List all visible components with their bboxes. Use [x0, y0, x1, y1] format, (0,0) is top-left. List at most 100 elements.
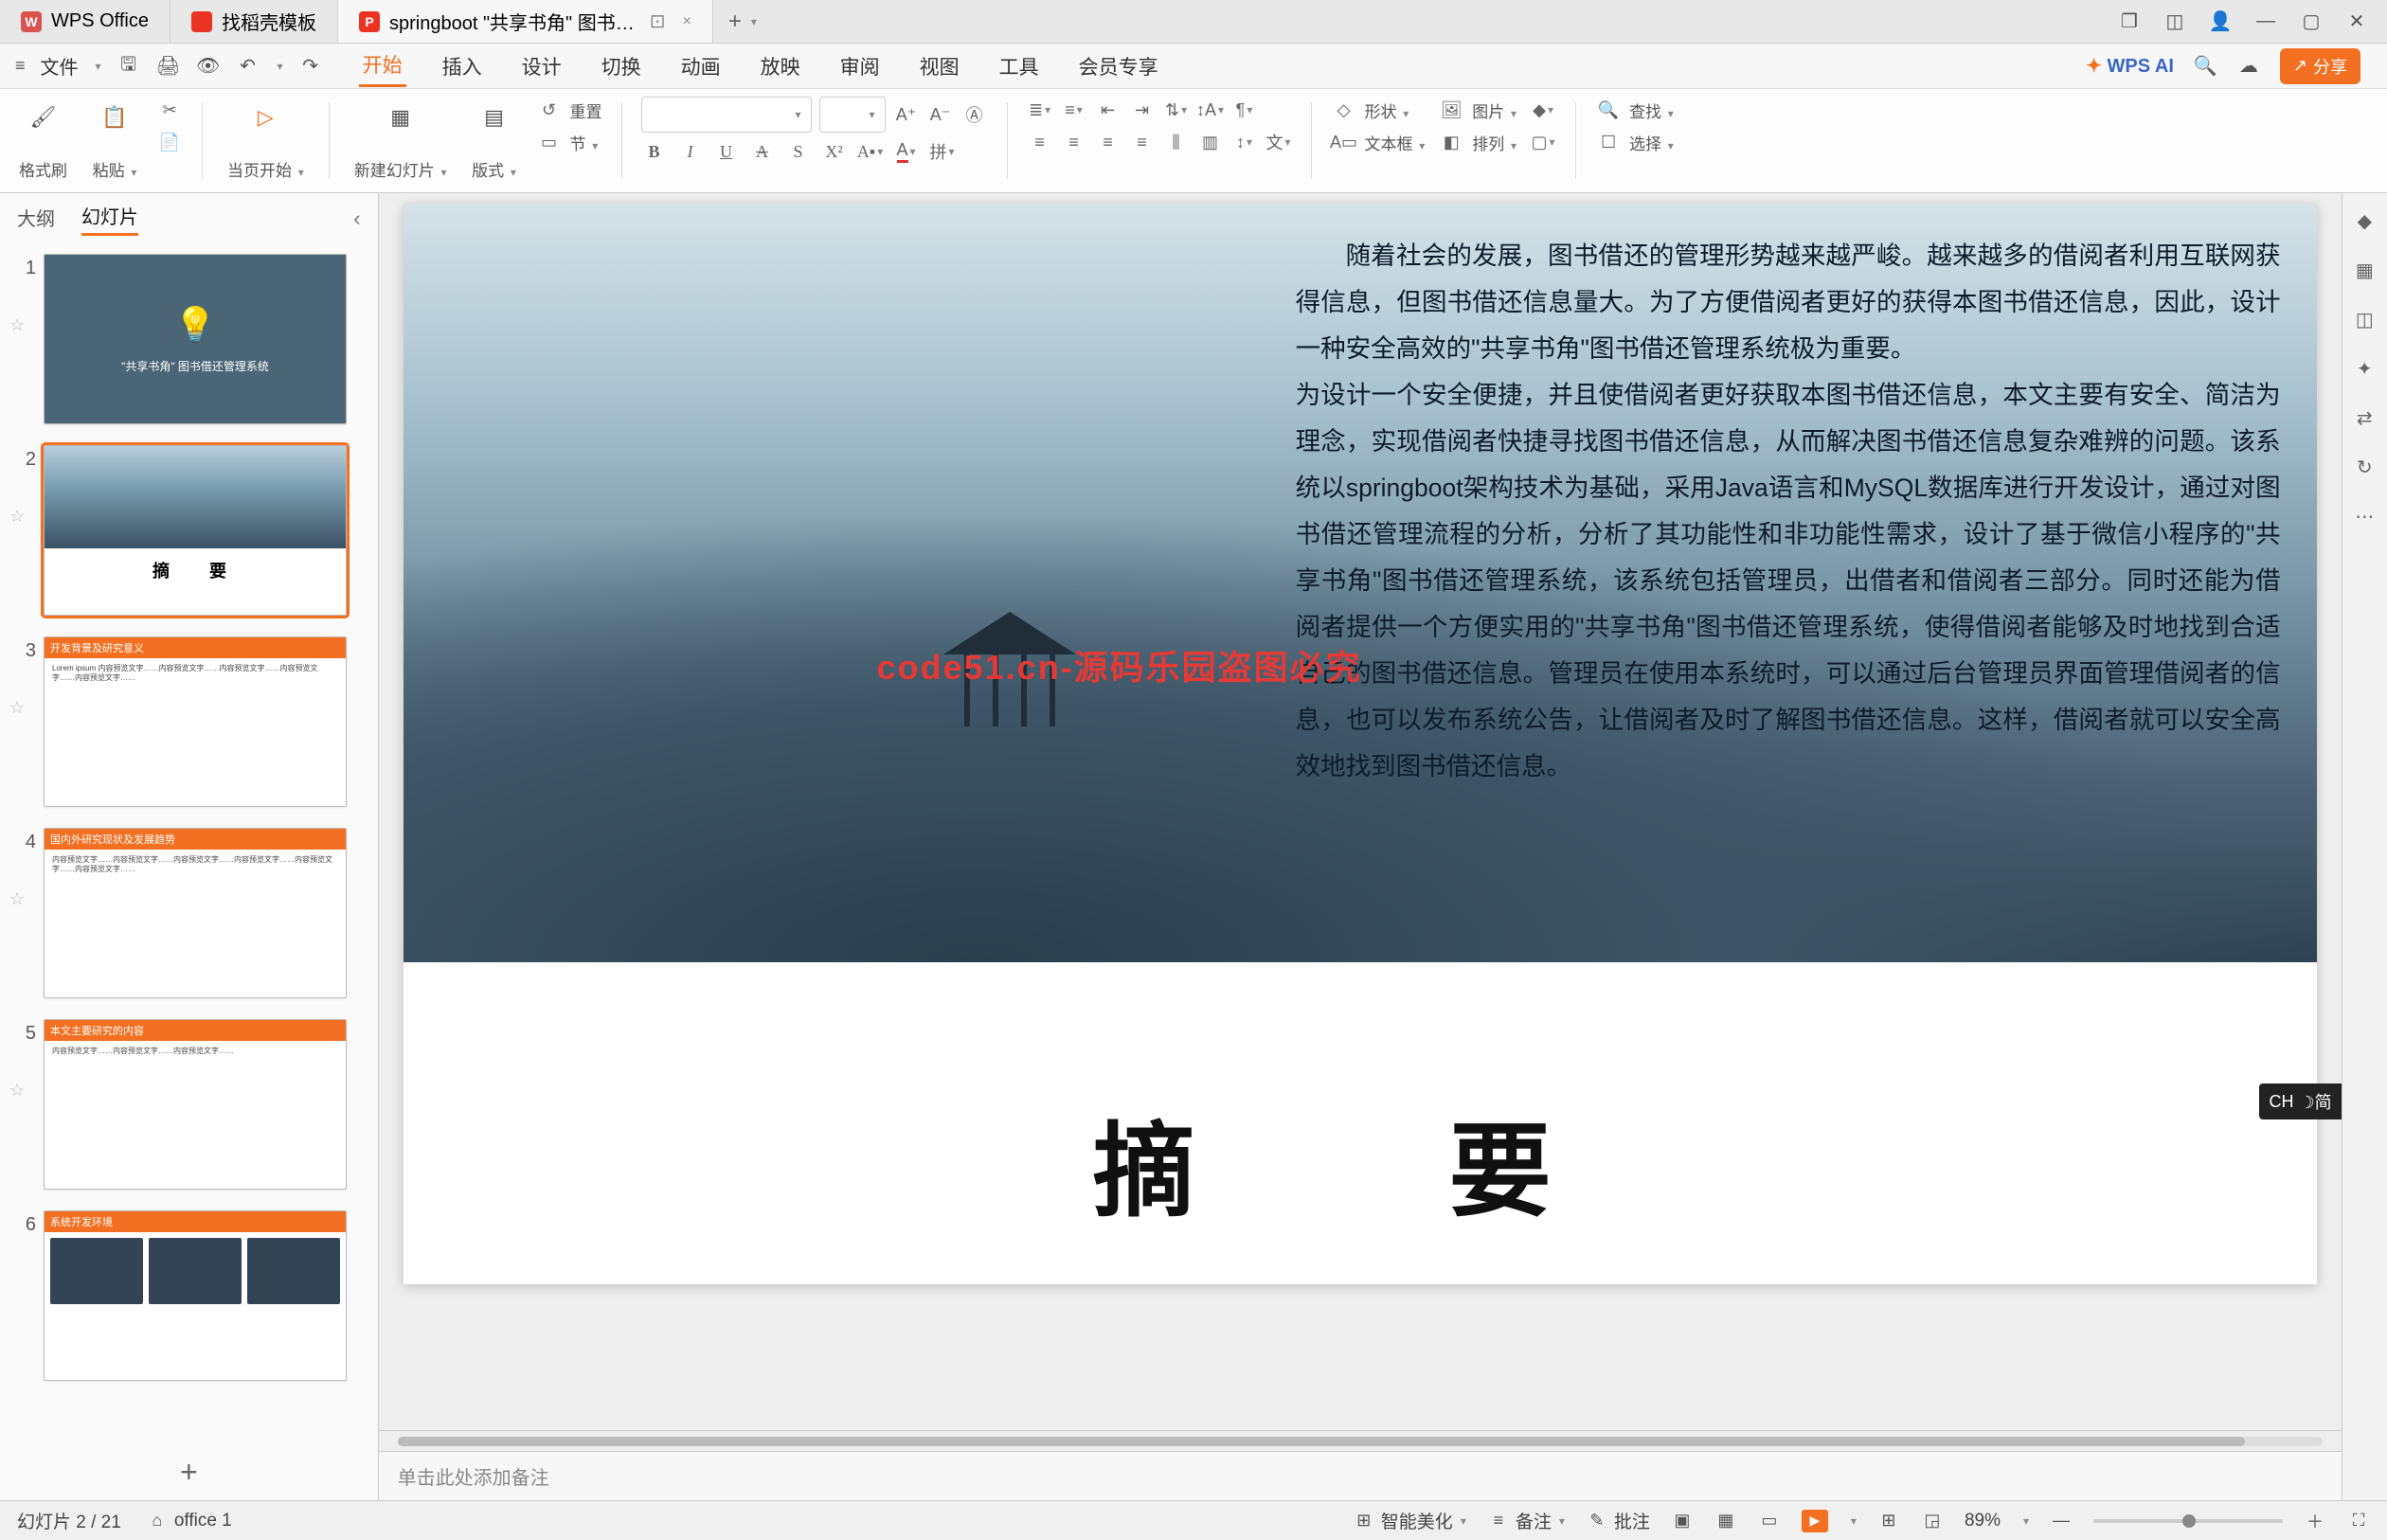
rail-transition-icon[interactable]: ⇄: [2350, 403, 2378, 432]
rail-animation-icon[interactable]: ✦: [2350, 354, 2378, 383]
decrease-indent-icon[interactable]: ⇤: [1095, 97, 1122, 123]
horizontal-scrollbar[interactable]: [379, 1430, 2342, 1451]
chevron-down-icon[interactable]: ▾: [278, 60, 283, 73]
distribute-icon[interactable]: ⫼: [1163, 129, 1190, 155]
tab-transition[interactable]: 切换: [598, 46, 645, 86]
app-tab-document[interactable]: P springboot "共享书角" 图书… ⊡ ×: [338, 0, 713, 43]
rail-more-icon[interactable]: ⋯: [2350, 502, 2378, 530]
font-size-combobox[interactable]: ▾: [819, 97, 886, 133]
rail-element-icon[interactable]: ◫: [2350, 305, 2378, 333]
fullscreen-icon[interactable]: ⛶: [2347, 1510, 2370, 1532]
scrollbar-thumb[interactable]: [398, 1437, 2246, 1446]
tab-review[interactable]: 审阅: [836, 46, 884, 86]
find-button[interactable]: 🔍查找 ▾: [1595, 97, 1674, 123]
menu-toggle-icon[interactable]: ≡: [15, 56, 26, 76]
chevron-down-icon[interactable]: ▾: [1851, 1514, 1857, 1528]
align-center-icon[interactable]: ≡: [1061, 129, 1087, 155]
italic-icon[interactable]: I: [677, 138, 704, 165]
play-slideshow-button[interactable]: ▶: [1802, 1510, 1828, 1532]
fit-icon[interactable]: ◲: [1921, 1510, 1944, 1532]
share-button[interactable]: ↗ 分享: [2280, 48, 2360, 84]
reset-button[interactable]: ↺重置: [536, 97, 602, 123]
increase-indent-icon[interactable]: ⇥: [1129, 97, 1156, 123]
strike-icon[interactable]: A: [749, 138, 776, 165]
slide-thumbnail-1[interactable]: 💡 "共享书角" 图书借还管理系统: [44, 254, 347, 424]
bold-icon[interactable]: B: [641, 138, 668, 165]
cut-icon[interactable]: ✂: [156, 97, 183, 123]
view-grid-icon[interactable]: ⊞: [1877, 1510, 1900, 1532]
align-right-icon[interactable]: ≡: [1095, 129, 1122, 155]
add-slide-button[interactable]: +: [0, 1443, 378, 1500]
superscript-icon[interactable]: X²: [821, 138, 848, 165]
maximize-icon[interactable]: ▢: [2300, 10, 2323, 33]
line-spacing-icon[interactable]: ⇅▾: [1163, 97, 1190, 123]
app-tab-wps[interactable]: W WPS Office: [0, 0, 170, 43]
slide-canvas[interactable]: 随着社会的发展，图书借还的管理形势越来越严峻。越来越多的借阅者利用互联网获得信息…: [404, 205, 2317, 1284]
tab-tools[interactable]: 工具: [996, 46, 1043, 86]
thumbnails-list[interactable]: 1 ☆ 💡 "共享书角" 图书借还管理系统 2 ☆ 摘 要: [0, 244, 378, 1443]
align-justify-icon[interactable]: ≡: [1129, 129, 1156, 155]
font-color-icon[interactable]: A▾: [893, 138, 920, 165]
text-direction-menu-icon[interactable]: ↕A▾: [1197, 97, 1224, 123]
fill-icon[interactable]: ◆▾: [1530, 97, 1556, 123]
align-left-icon[interactable]: ≡: [1027, 129, 1053, 155]
decrease-font-icon[interactable]: A⁻: [927, 101, 954, 128]
select-button[interactable]: ☐选择 ▾: [1595, 129, 1674, 155]
star-icon[interactable]: ☆: [9, 889, 28, 909]
clear-format-icon[interactable]: Ⓐ: [961, 101, 988, 128]
canvas-viewport[interactable]: 随着社会的发展，图书借还的管理形势越来越严峻。越来越多的借阅者利用互联网获得信息…: [379, 193, 2342, 1430]
phonetic-icon[interactable]: 拼▾: [929, 138, 956, 165]
layers-icon[interactable]: ❐: [2118, 10, 2141, 33]
format-painter-group[interactable]: 🖌 格式刷: [13, 97, 73, 185]
beautify-button[interactable]: ⊞智能美化▾: [1353, 1508, 1466, 1533]
columns-icon[interactable]: ▥: [1197, 129, 1224, 155]
star-icon[interactable]: ☆: [9, 698, 28, 718]
font-family-combobox[interactable]: ▾: [641, 97, 812, 133]
notes-toggle[interactable]: ≡备注▾: [1487, 1508, 1565, 1533]
textbox-button[interactable]: A▭文本框 ▾: [1331, 129, 1426, 155]
highlight-icon[interactable]: A▪▾: [857, 138, 884, 165]
tab-start[interactable]: 开始: [359, 45, 406, 87]
paste-group[interactable]: 📋 粘贴 ▾: [86, 97, 143, 185]
tab-slides[interactable]: 幻灯片: [81, 202, 138, 236]
redo-icon[interactable]: ↷: [298, 54, 323, 79]
minimize-icon[interactable]: —: [2254, 10, 2277, 33]
slide-heading[interactable]: 摘 要: [404, 1089, 2317, 1237]
new-slide-group[interactable]: ▦ 新建幻灯片 ▾: [349, 97, 453, 185]
file-menu[interactable]: 文件: [41, 52, 79, 80]
close-window-icon[interactable]: ✕: [2345, 10, 2368, 33]
zoom-value[interactable]: 89%: [1965, 1511, 2001, 1531]
tab-design[interactable]: 设计: [518, 46, 565, 86]
layout-group[interactable]: ▤ 版式 ▾: [466, 97, 523, 185]
collapse-panel-icon[interactable]: ‹: [353, 206, 360, 231]
slide-thumbnail-5[interactable]: 本文主要研究的内容 内容预览文字……内容预览文字……内容预览文字……: [44, 1019, 347, 1190]
star-icon[interactable]: ☆: [9, 507, 28, 527]
add-tab-button[interactable]: + ▾: [713, 0, 772, 43]
comments-toggle[interactable]: ✎批注: [1586, 1508, 1650, 1533]
undo-icon[interactable]: ↶: [236, 54, 260, 79]
close-tab-icon[interactable]: ×: [682, 13, 691, 30]
app-tab-template[interactable]: 找稻壳模板: [170, 0, 338, 43]
tab-options-icon[interactable]: ⊡: [650, 9, 666, 33]
slide-thumbnail-2[interactable]: 摘 要: [44, 445, 347, 616]
view-sorter-icon[interactable]: ▦: [1714, 1510, 1737, 1532]
slide-thumbnail-6[interactable]: 系统开发环境: [44, 1210, 347, 1381]
zoom-out-icon[interactable]: —: [2050, 1510, 2073, 1532]
notes-pane[interactable]: 单击此处添加备注: [379, 1451, 2342, 1500]
rail-style-icon[interactable]: ▦: [2350, 256, 2378, 284]
view-reading-icon[interactable]: ▭: [1758, 1510, 1781, 1532]
outline-icon[interactable]: ▢▾: [1530, 129, 1556, 155]
image-button[interactable]: 🖼图片 ▾: [1438, 97, 1517, 123]
zoom-slider[interactable]: [2093, 1519, 2283, 1523]
cube-icon[interactable]: ◫: [2163, 10, 2186, 33]
underline-icon[interactable]: U: [713, 138, 740, 165]
chevron-down-icon[interactable]: ▾: [751, 15, 757, 28]
increase-font-icon[interactable]: A⁺: [893, 101, 920, 128]
slide-body-text[interactable]: 随着社会的发展，图书借还的管理形势越来越严峻。越来越多的借阅者利用互联网获得信息…: [1296, 233, 2281, 790]
view-normal-icon[interactable]: ▣: [1671, 1510, 1694, 1532]
cloud-icon[interactable]: ☁: [2236, 54, 2261, 79]
tab-outline[interactable]: 大纲: [17, 204, 55, 235]
slide-thumbnail-4[interactable]: 国内外研究现状及发展趋势 内容预览文字……内容预览文字……内容预览文字……内容预…: [44, 828, 347, 998]
tab-member[interactable]: 会员专享: [1075, 46, 1162, 86]
copy-icon[interactable]: 📄: [156, 129, 183, 155]
